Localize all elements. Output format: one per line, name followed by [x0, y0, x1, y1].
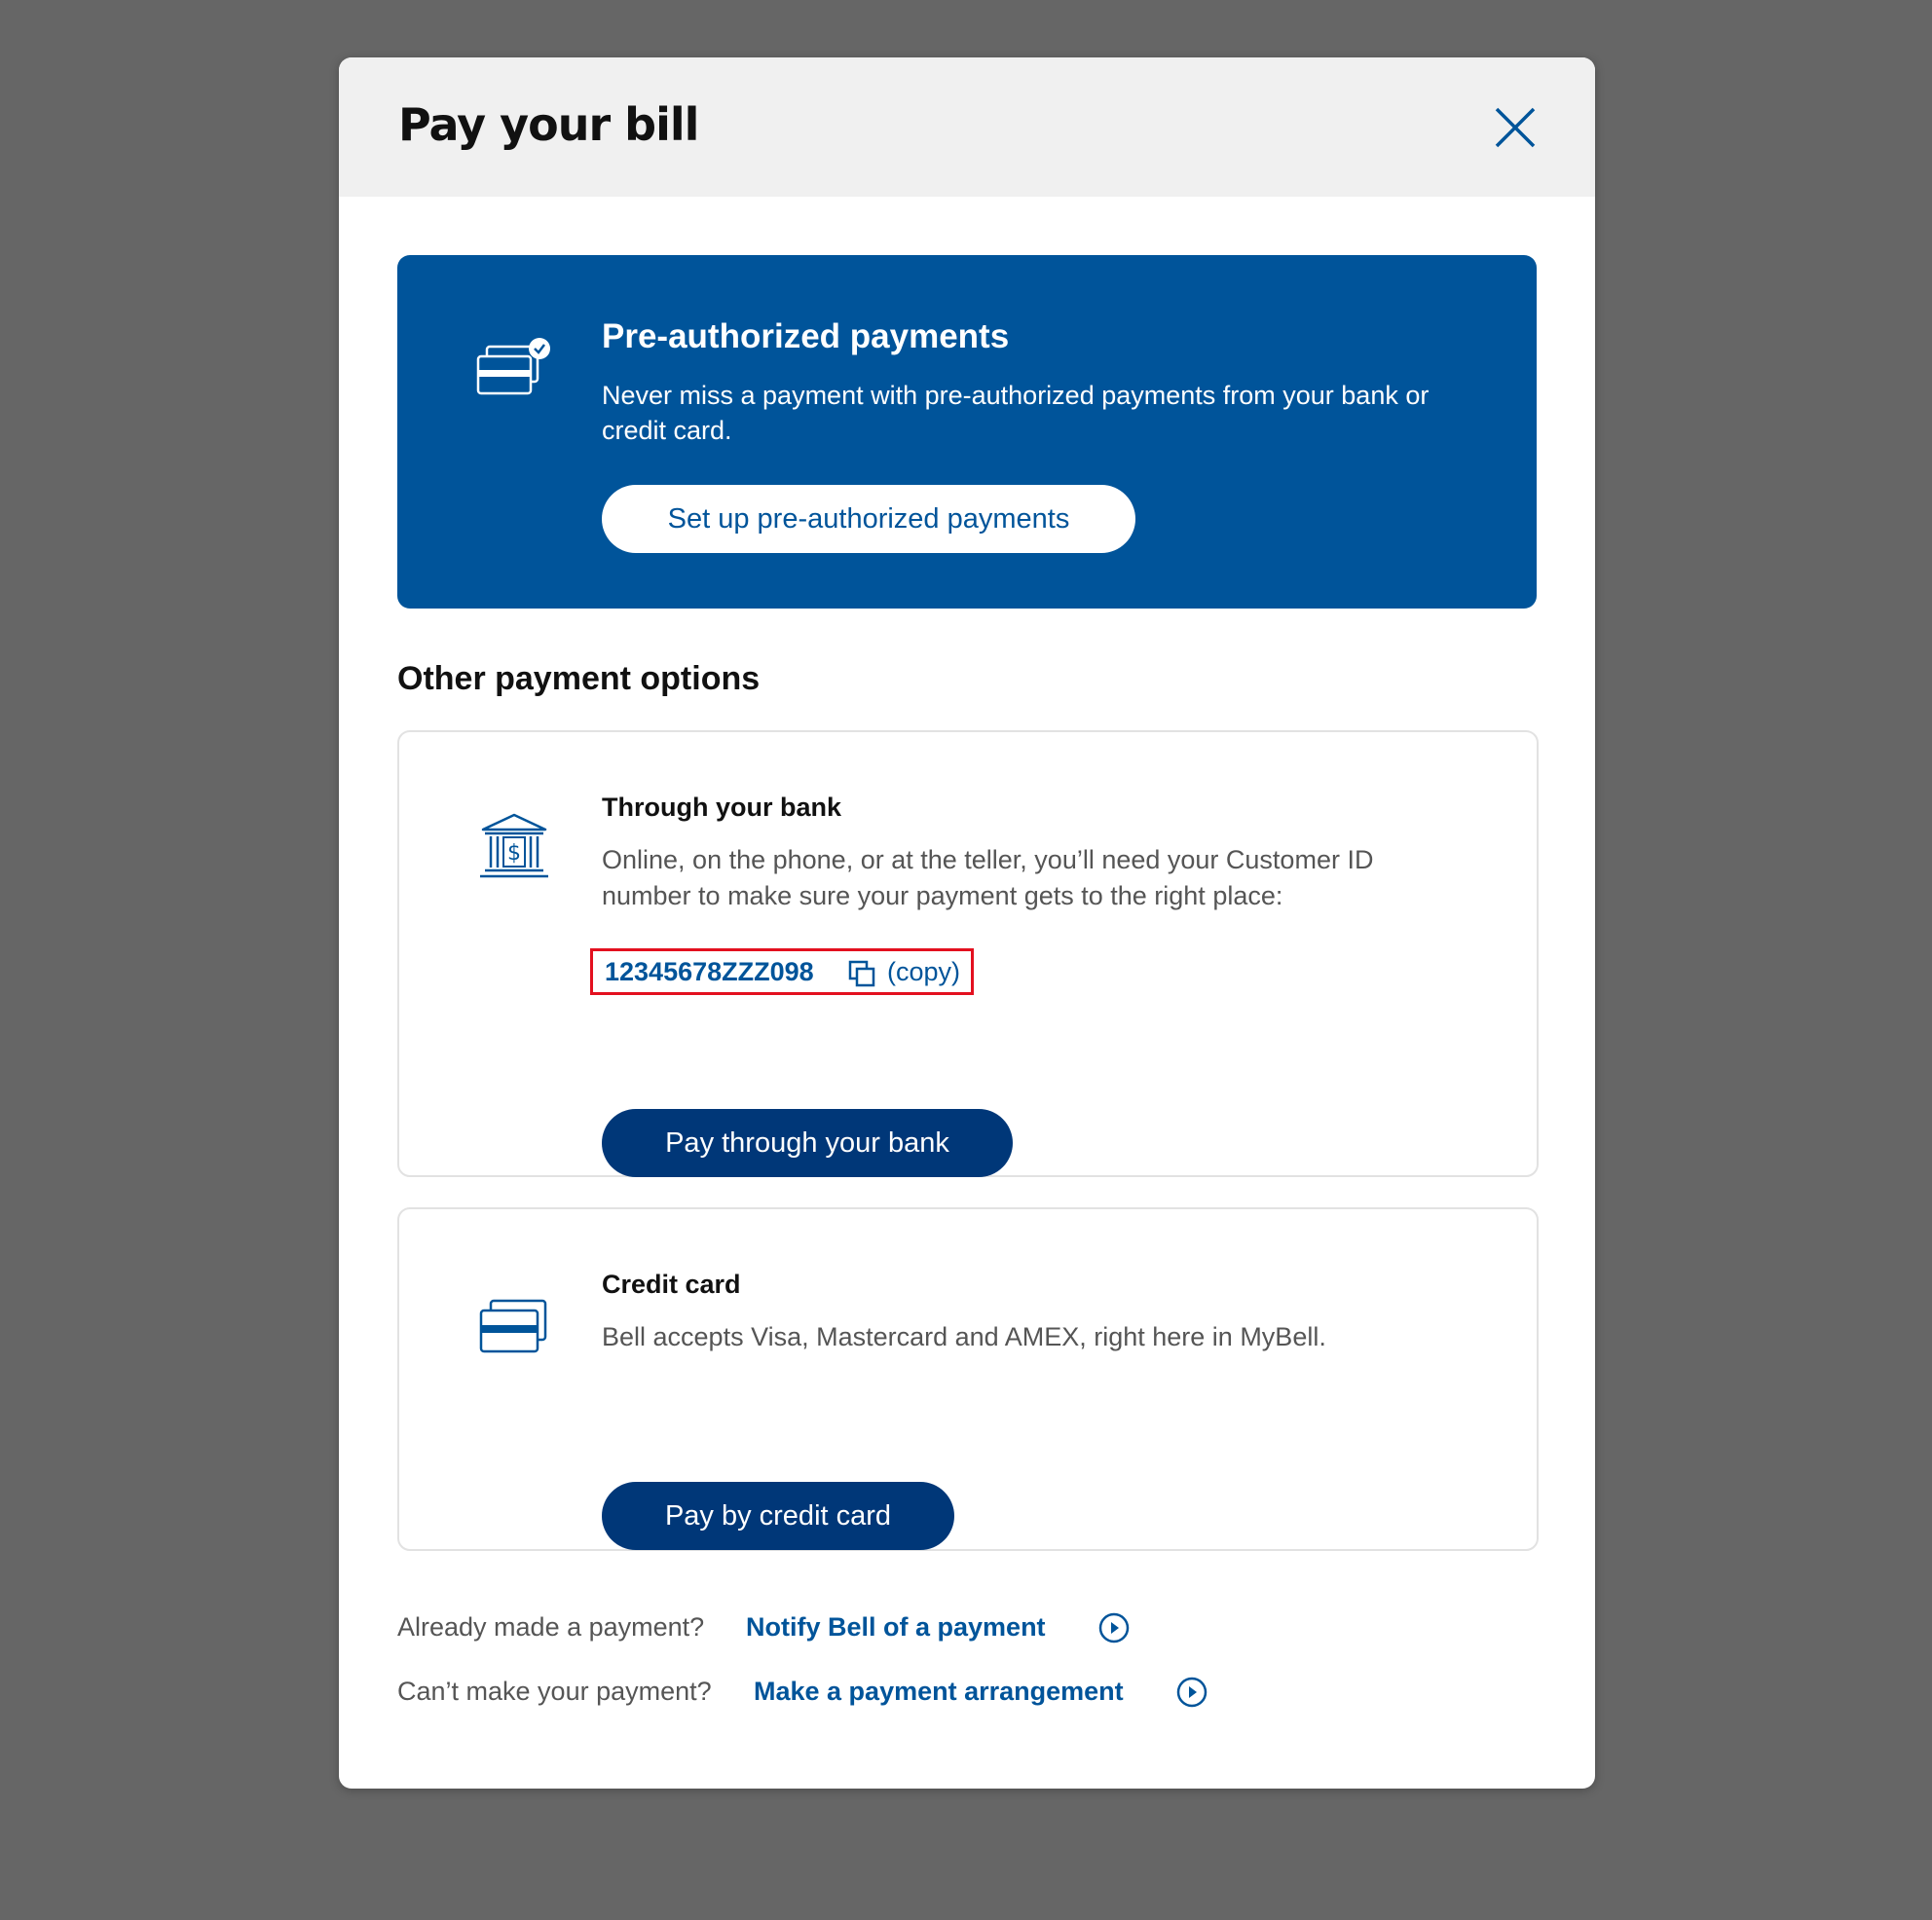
preauth-card: Pre-authorized payments Never miss a pay… [397, 255, 1537, 609]
pay-by-credit-card-button[interactable]: Pay by credit card [602, 1482, 954, 1550]
notify-payment-row: Already made a payment? Notify Bell of a… [397, 1607, 1274, 1646]
bank-building-icon: $ [480, 813, 548, 878]
payment-arrangement-link[interactable]: Make a payment arrangement [754, 1672, 1124, 1711]
credit-card-option-title: Credit card [602, 1270, 741, 1299]
notify-question: Already made a payment? [397, 1612, 705, 1642]
bank-option-title: Through your bank [602, 793, 841, 822]
notify-payment-link[interactable]: Notify Bell of a payment [746, 1607, 1046, 1646]
credit-card-check-icon [476, 338, 550, 395]
bank-option-description: Online, on the phone, or at the teller, … [602, 845, 1374, 910]
modal-header: Pay your bill [339, 57, 1595, 197]
modal-title: Pay your bill [398, 98, 699, 151]
close-button[interactable] [1494, 106, 1537, 149]
credit-card-option-description: Bell accepts Visa, Mastercard and AMEX, … [602, 1322, 1326, 1351]
svg-text:$: $ [507, 841, 521, 866]
close-icon [1495, 107, 1536, 148]
other-options-heading: Other payment options [397, 660, 761, 697]
customer-id-highlight: 12345678ZZZ098 (copy) [590, 948, 974, 995]
preauth-description: Never miss a payment with pre-authorized… [602, 381, 1430, 445]
customer-id-value: 12345678ZZZ098 [605, 957, 814, 986]
credit-card-option-card: Credit card Bell accepts Visa, Mastercar… [397, 1207, 1539, 1551]
bank-option-card: $ Through your bank Online, on the phone… [397, 730, 1539, 1177]
circle-play-icon[interactable] [1176, 1677, 1208, 1708]
arrangement-question: Can’t make your payment? [397, 1677, 712, 1706]
copy-link[interactable]: (copy) [887, 956, 960, 987]
credit-card-icon [479, 1299, 547, 1353]
copy-icon[interactable] [848, 960, 875, 987]
pay-through-bank-button[interactable]: Pay through your bank [602, 1109, 1013, 1177]
setup-preauth-button[interactable]: Set up pre-authorized payments [602, 485, 1135, 553]
payment-arrangement-row: Can’t make your payment? Make a payment … [397, 1672, 1274, 1711]
preauth-title: Pre-authorized payments [602, 317, 1010, 355]
circle-play-icon[interactable] [1098, 1612, 1130, 1643]
pay-bill-modal: Pay your bill Pre-authorized payments Ne… [339, 57, 1595, 1789]
